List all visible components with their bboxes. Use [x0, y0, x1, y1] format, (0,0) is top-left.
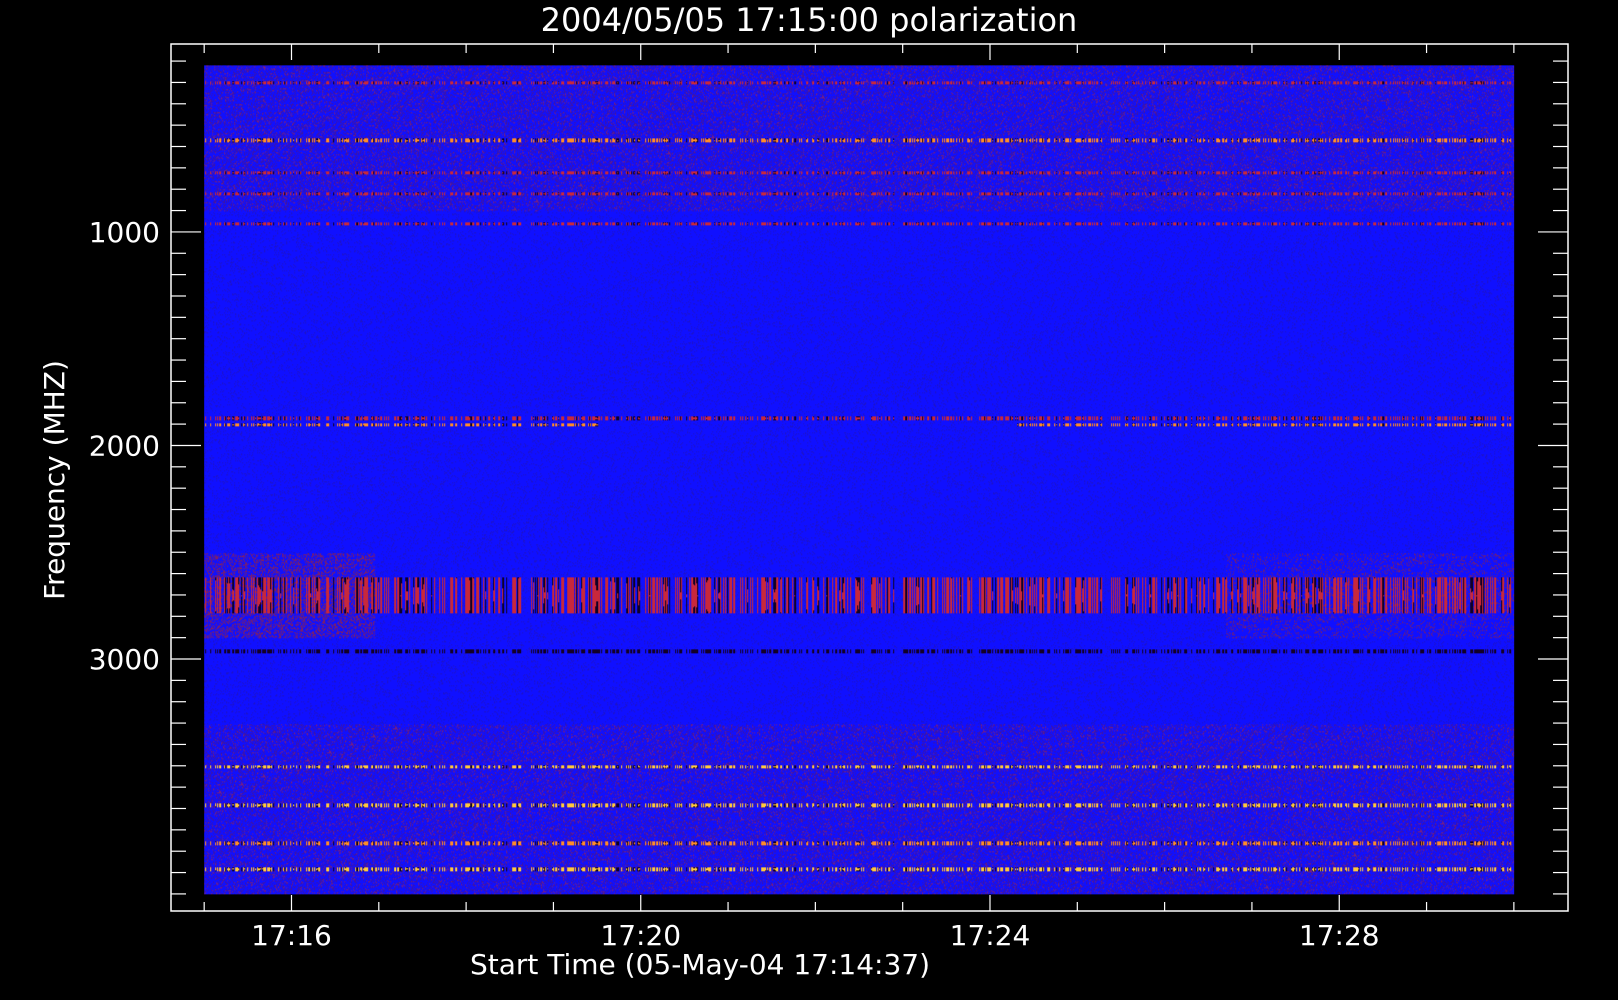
x-tick-label: 17:28	[1299, 919, 1380, 952]
chart-title: 2004/05/05 17:15:00 polarization	[541, 1, 1078, 39]
y-tick-label: 2000	[89, 429, 160, 462]
y-tick-label: 1000	[89, 216, 160, 249]
y-axis-label: Frequency (MHZ)	[38, 360, 71, 600]
y-tick-label: 3000	[89, 643, 160, 676]
spectrogram-image	[204, 65, 1515, 895]
spectrogram-chart: 2004/05/05 17:15:00 polarization 17:16 17…	[0, 0, 1618, 1000]
x-tick-label: 17:24	[950, 919, 1031, 952]
plot-area	[204, 65, 1515, 895]
x-tick-label: 17:16	[251, 919, 332, 952]
x-axis-label: Start Time (05-May-04 17:14:37)	[470, 948, 930, 981]
